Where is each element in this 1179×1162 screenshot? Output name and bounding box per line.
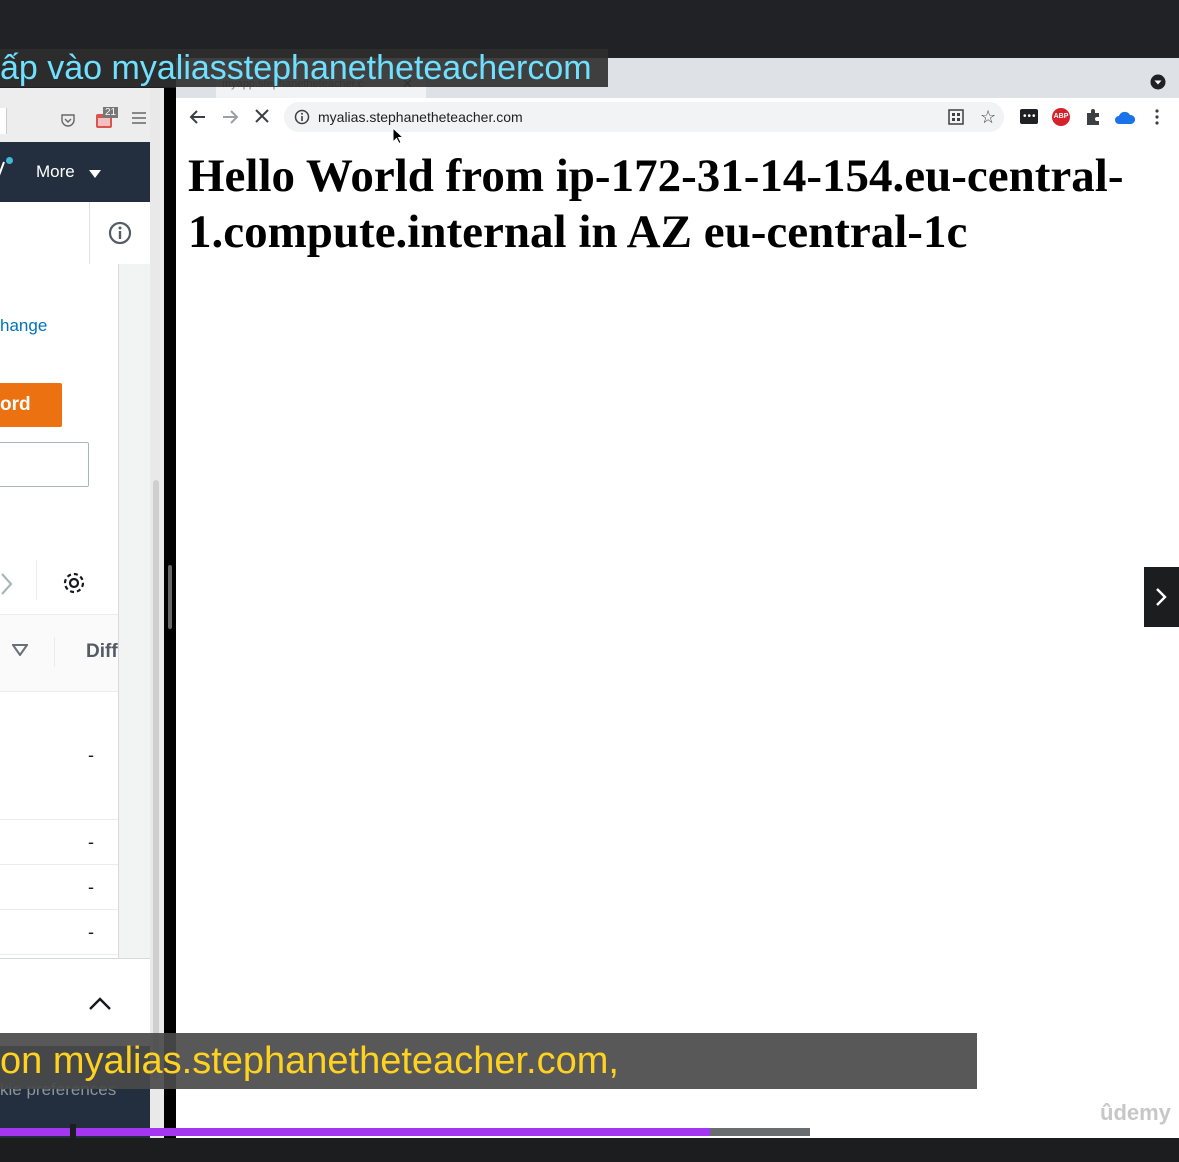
chevron-down-icon[interactable] — [88, 166, 102, 184]
gear-icon[interactable] — [62, 571, 86, 600]
table-row[interactable]: - — [0, 691, 118, 820]
next-lecture-button[interactable] — [1144, 567, 1179, 627]
subtitle-top: ấp vào myaliasstephanetheteachercom — [0, 49, 608, 87]
puzzle-icon[interactable] — [1084, 108, 1102, 131]
kebab-menu-icon[interactable] — [1154, 108, 1160, 131]
cloud-icon[interactable] — [1114, 109, 1136, 130]
chevron-right-icon[interactable] — [0, 572, 14, 601]
table-cell-dash: - — [88, 832, 94, 852]
left-scroll-gutter — [119, 264, 150, 1048]
hamburger-icon[interactable] — [132, 112, 146, 128]
left-content-panel: hange ord Diff - - - - — [0, 264, 119, 1048]
site-info-icon[interactable] — [294, 109, 310, 130]
pocket-icon[interactable] — [60, 112, 76, 132]
url-text[interactable]: myalias.stephanetheteacher.com — [318, 109, 523, 125]
back-arrow-icon[interactable] — [189, 108, 207, 131]
udemy-watermark: ûdemy — [1100, 1100, 1171, 1125]
nav-more-label[interactable]: More — [36, 162, 75, 182]
adblock-icon[interactable]: ABP — [1052, 108, 1070, 126]
column-divider — [54, 637, 55, 667]
create-record-label: ord — [0, 394, 31, 415]
table-cell-dash: - — [88, 922, 94, 942]
sort-caret-icon[interactable] — [11, 643, 29, 661]
video-control-bar — [0, 1138, 1179, 1162]
header-divider — [89, 202, 90, 264]
filter-input[interactable] — [0, 442, 89, 487]
table-header-row: Diff — [0, 614, 118, 692]
subtitle-top-text: ấp vào myaliasstephanetheteachercom — [0, 49, 592, 87]
table-row[interactable]: - — [0, 910, 118, 955]
subtitle-bottom-text: on myalias.stephanetheteacher.com, — [0, 1040, 619, 1082]
qr-code-icon[interactable] — [948, 109, 964, 130]
table-row[interactable]: - — [0, 865, 118, 910]
mouse-cursor — [392, 126, 405, 150]
star-icon[interactable]: ☆ — [980, 108, 996, 126]
aws-console-window: 21 More hange ord Diff - - - - kie prefe… — [0, 88, 150, 1138]
column-header-diff[interactable]: Diff — [86, 641, 118, 663]
change-link[interactable]: hange — [0, 316, 47, 336]
extension-icon[interactable]: ••• — [1020, 109, 1038, 124]
table-row[interactable]: - — [0, 820, 118, 865]
info-icon[interactable] — [108, 221, 132, 250]
video-progress-fill — [0, 1128, 711, 1136]
left-browser-toolbar: 21 — [0, 88, 150, 143]
tab-search-icon[interactable] — [1150, 74, 1166, 95]
forward-arrow-icon[interactable] — [221, 108, 239, 131]
stop-loading-icon[interactable] — [254, 108, 270, 129]
chrome-window: myapp.stephanetheteacher.c ✕ myalias.ste… — [176, 58, 1179, 1138]
aws-top-nav: More — [0, 142, 150, 202]
left-page-header — [0, 202, 150, 265]
chevron-up-icon[interactable] — [88, 995, 112, 1016]
chrome-toolbar: myalias.stephanetheteacher.com ☆ ••• ABP — [176, 98, 1179, 137]
pager-divider — [36, 560, 37, 600]
table-cell-dash: - — [88, 877, 94, 897]
next-lecture-icon — [1154, 586, 1168, 613]
subtitle-bottom: on myalias.stephanetheteacher.com, — [0, 1033, 977, 1089]
create-record-button[interactable]: ord — [0, 383, 62, 427]
calendar-badge: 21 — [103, 107, 119, 118]
table-cell-dash: - — [88, 745, 94, 765]
page-heading: Hello World from ip-172-31-14-154.eu-cen… — [188, 150, 1124, 258]
notification-dot — [6, 157, 13, 164]
split-drag-handle[interactable] — [168, 565, 172, 629]
window-scrollbar-thumb[interactable] — [153, 480, 159, 1080]
video-progress-track[interactable] — [0, 1128, 810, 1136]
page-content: Hello World from ip-172-31-14-154.eu-cen… — [176, 136, 1179, 1138]
left-url-field-edge[interactable] — [0, 108, 7, 134]
